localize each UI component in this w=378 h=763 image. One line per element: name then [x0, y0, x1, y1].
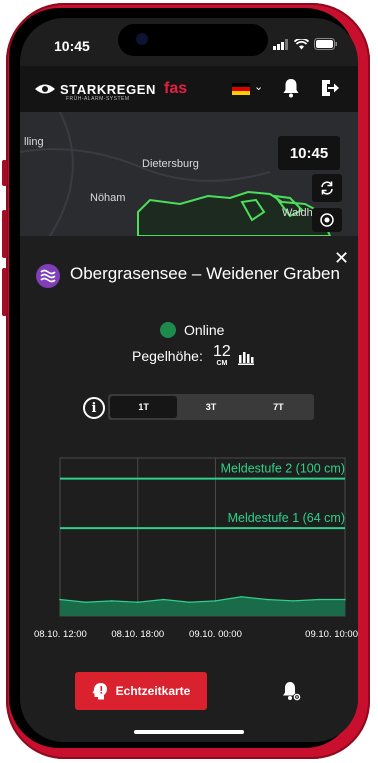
chart-data-point [162, 598, 165, 601]
signal-icon [273, 38, 288, 50]
screen: 10:45 STARKREGEN fas FRÜH-ALARM-SYSTEM ⌄ [20, 18, 358, 742]
home-indicator [134, 730, 244, 734]
chart-data-point [111, 600, 113, 602]
chart-data-point [59, 598, 61, 601]
phone-volume-up [2, 210, 7, 258]
realtime-map-label: Echtzeitkarte [115, 684, 191, 698]
water-wave-icon [36, 264, 60, 288]
chart-data-point [318, 598, 320, 601]
chart-data-point [214, 600, 217, 602]
level-value: 12 CM [213, 343, 231, 368]
range-tab-7t[interactable]: 7T [245, 396, 312, 418]
chart-x-tick-label: 08.10. 12:00 [34, 629, 87, 640]
de-flag-icon[interactable] [232, 83, 250, 95]
head-alert-icon [92, 683, 107, 700]
status-icons [273, 38, 338, 50]
app-bar: STARKREGEN fas FRÜH-ALARM-SYSTEM ⌄ [20, 66, 358, 112]
refresh-icon[interactable] [312, 174, 342, 202]
map-label: lling [24, 136, 44, 148]
info-icon[interactable]: i [83, 397, 105, 419]
range-tab-1t[interactable]: 1T [110, 396, 178, 418]
bell-icon[interactable] [282, 78, 300, 98]
map-clock: 10:45 [278, 136, 340, 170]
logo-accent: fas [164, 80, 188, 97]
map-view[interactable]: lling Dietersburg Nöham Waldhof 10:45 [20, 112, 358, 236]
status-badge: Online [160, 322, 224, 338]
phone-volume-down [2, 268, 7, 316]
chart-data-point [85, 601, 87, 604]
chevron-down-icon[interactable]: ⌄ [254, 80, 263, 93]
chart-data-point [136, 601, 139, 604]
chart-data-point [240, 595, 243, 598]
online-dot-icon [160, 322, 176, 338]
logo-text: STARKREGEN [60, 81, 157, 97]
realtime-map-button[interactable]: Echtzeitkarte [75, 672, 207, 710]
chart-threshold-label: Meldestufe 1 (64 cm) [228, 511, 345, 525]
alarm-settings-icon[interactable] [280, 680, 302, 702]
battery-icon [314, 38, 337, 50]
chart-x-tick-label: 09.10. 10:00 [305, 629, 358, 640]
layers-icon[interactable] [312, 208, 342, 232]
chart-data-point [266, 598, 269, 601]
time-range-selector: 1T 3T 7T [108, 394, 314, 420]
water-level-chart: Meldestufe 2 (100 cm) Meldestufe 1 (64 cm… [34, 457, 358, 640]
wifi-icon [294, 38, 309, 49]
bottom-nav: Echtzeitkarte [20, 668, 358, 742]
map-label: Dietersburg [142, 158, 199, 170]
chart-data-point [188, 601, 191, 604]
range-tab-3t[interactable]: 3T [177, 396, 244, 418]
bar-chart-icon[interactable] [238, 351, 254, 365]
logout-icon[interactable] [320, 78, 340, 98]
level-unit: CM [216, 360, 228, 367]
chart-threshold-label: Meldestufe 2 (100 cm) [221, 462, 345, 476]
status-time: 10:45 [54, 38, 90, 54]
phone-side-button [2, 160, 7, 186]
chart-data-point [292, 600, 294, 602]
chart-data-point [344, 598, 346, 601]
level-label: Pegelhöhe: [132, 348, 203, 364]
chart-plot-frame [59, 457, 346, 617]
station-detail-sheet: ✕ Obergrasensee – Weidener Graben Online… [20, 236, 358, 742]
station-title: Obergrasensee – Weidener Graben [70, 264, 340, 283]
chart-series-area [60, 596, 345, 616]
eye-logo-icon [35, 84, 55, 94]
status-bar: 10:45 [20, 18, 358, 62]
level-number: 12 [213, 343, 231, 360]
status-text: Online [184, 322, 225, 338]
dynamic-island [118, 24, 268, 56]
logo-subtitle: FRÜH-ALARM-SYSTEM [66, 96, 130, 102]
chart-x-tick-label: 09.10. 00:00 [189, 629, 242, 640]
chart-x-tick-label: 08.10. 18:00 [111, 629, 164, 640]
map-label: Nöham [90, 192, 126, 204]
brand-logo[interactable]: STARKREGEN fas FRÜH-ALARM-SYSTEM [34, 80, 188, 102]
